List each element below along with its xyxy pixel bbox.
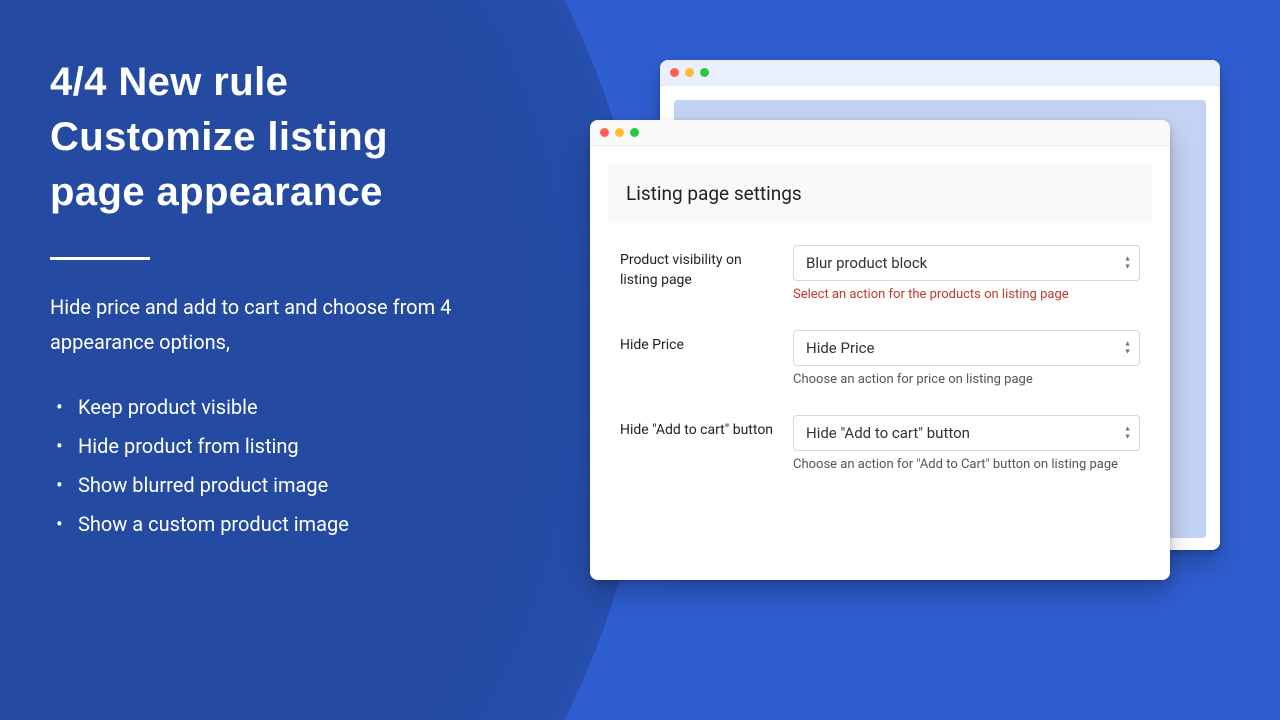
hide-price-select[interactable]: Hide Price ▲▼: [793, 330, 1140, 366]
hide-add-to-cart-select[interactable]: Hide "Add to cart" button ▲▼: [793, 415, 1140, 451]
window-minimize-icon[interactable]: [615, 128, 624, 137]
lead-text: Hide price and add to cart and choose fr…: [50, 290, 530, 360]
panel-title: Listing page settings: [608, 164, 1152, 223]
setting-row-hide-price: Hide Price Hide Price ▲▼ Choose an actio…: [620, 330, 1140, 387]
headline-line: 4/4 New rule: [50, 60, 288, 104]
setting-helper: Choose an action for price on listing pa…: [793, 372, 1140, 387]
setting-label: Hide Price: [620, 330, 775, 387]
headline-line: Customize listing: [50, 115, 388, 159]
select-value: Hide "Add to cart" button: [806, 424, 970, 442]
feature-item: Keep product visible: [50, 388, 530, 427]
feature-list: Keep product visible Hide product from l…: [50, 388, 530, 544]
setting-label: Hide "Add to cart" button: [620, 415, 775, 472]
window-chrome: [590, 120, 1170, 146]
headline-line: page appearance: [50, 170, 383, 214]
window-zoom-icon[interactable]: [630, 128, 639, 137]
window-chrome: [660, 60, 1220, 86]
feature-item: Show a custom product image: [50, 505, 530, 544]
settings-window: Listing page settings Product visibility…: [590, 120, 1170, 580]
visibility-select[interactable]: Blur product block ▲▼: [793, 245, 1140, 281]
headline: 4/4 New rule Customize listing page appe…: [50, 55, 530, 221]
chevron-updown-icon: ▲▼: [1124, 256, 1131, 271]
window-close-icon[interactable]: [600, 128, 609, 137]
setting-helper: Select an action for the products on lis…: [793, 287, 1140, 302]
chevron-updown-icon: ▲▼: [1124, 426, 1131, 441]
setting-row-visibility: Product visibility on listing page Blur …: [620, 245, 1140, 302]
select-value: Blur product block: [806, 254, 927, 272]
setting-row-hide-add-to-cart: Hide "Add to cart" button Hide "Add to c…: [620, 415, 1140, 472]
feature-item: Hide product from listing: [50, 427, 530, 466]
window-close-icon: [670, 68, 679, 77]
divider: [50, 257, 150, 260]
setting-label: Product visibility on listing page: [620, 245, 775, 302]
feature-item: Show blurred product image: [50, 466, 530, 505]
setting-helper: Choose an action for "Add to Cart" butto…: [793, 457, 1140, 472]
chevron-updown-icon: ▲▼: [1124, 341, 1131, 356]
window-minimize-icon: [685, 68, 694, 77]
select-value: Hide Price: [806, 339, 874, 357]
marketing-copy: 4/4 New rule Customize listing page appe…: [50, 55, 530, 544]
window-zoom-icon: [700, 68, 709, 77]
